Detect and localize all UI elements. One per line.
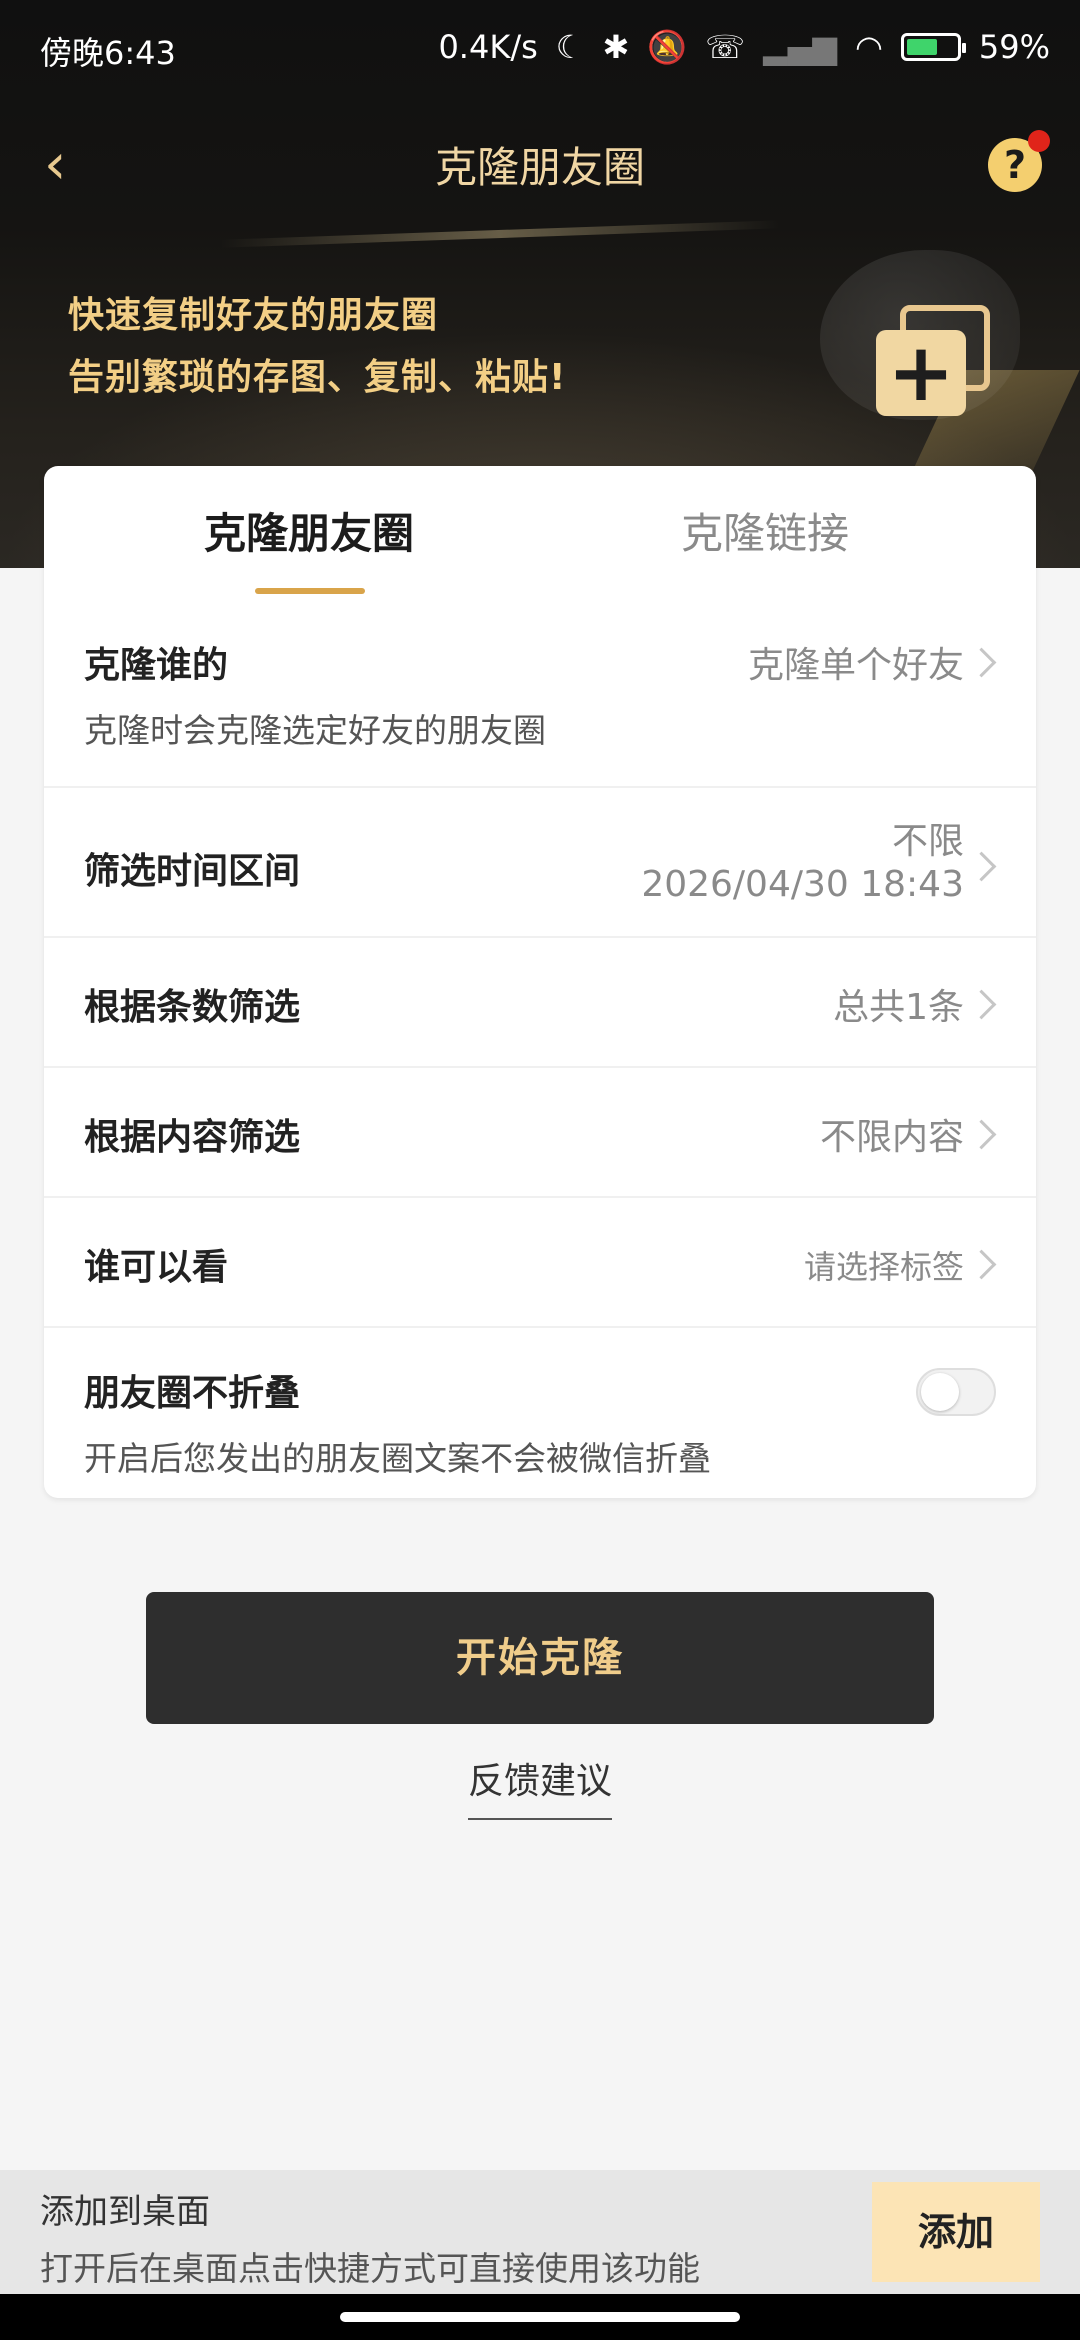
row-label: 朋友圈不折叠 xyxy=(84,1373,301,1414)
row-label: 根据内容筛选 xyxy=(84,1117,301,1158)
row-value: 总共1条 xyxy=(833,987,964,1028)
row-label: 根据条数筛选 xyxy=(84,987,301,1028)
row-label: 筛选时间区间 xyxy=(84,851,301,892)
battery-percent: 59% xyxy=(978,28,1050,66)
row-desc: 克隆时会克隆选定好友的朋友圈 xyxy=(84,711,546,750)
chevron-right-icon xyxy=(966,1119,997,1150)
hero-line-2: 告别繁琐的存图、复制、粘贴! xyxy=(68,357,567,398)
row-content-filter[interactable]: 根据内容筛选 不限内容 xyxy=(44,1066,1036,1196)
signal-icon: ▂▄▆ xyxy=(763,28,837,66)
shortcut-title: 添加到桌面 xyxy=(40,2192,210,2232)
chevron-right-icon xyxy=(966,851,997,882)
chevron-right-icon xyxy=(966,989,997,1020)
chevron-right-icon xyxy=(966,1249,997,1280)
add-to-desktop-bar: 添加到桌面 打开后在桌面点击快捷方式可直接使用该功能 添加 xyxy=(0,2170,1080,2294)
row-no-fold: 朋友圈不折叠 开启后您发出的朋友圈文案不会被微信折叠 xyxy=(44,1326,1036,1498)
hero-slogan: 快速复制好友的朋友圈 告别繁琐的存图、复制、粘贴! xyxy=(68,285,566,409)
clone-illustration: + xyxy=(800,250,1020,430)
row-label: 克隆谁的 xyxy=(84,645,229,686)
add-shortcut-button[interactable]: 添加 xyxy=(872,2182,1040,2282)
no-fold-toggle[interactable] xyxy=(916,1368,996,1416)
chevron-right-icon xyxy=(966,647,997,678)
call-icon: ☏ xyxy=(705,28,746,66)
row-value: 请选择标签 xyxy=(803,1248,964,1286)
settings-card: 克隆朋友圈 克隆链接 克隆谁的 克隆单个好友 克隆时会克隆选定好友的朋友圈 筛选… xyxy=(44,466,1036,1498)
shortcut-desc: 打开后在桌面点击快捷方式可直接使用该功能 xyxy=(40,2249,700,2288)
row-clone-who[interactable]: 克隆谁的 克隆单个好友 克隆时会克隆选定好友的朋友圈 xyxy=(44,596,1036,786)
plus-icon: + xyxy=(876,330,966,416)
row-value: 克隆单个好友 xyxy=(747,645,964,686)
tab-indicator xyxy=(255,588,365,594)
row-count-filter[interactable]: 根据条数筛选 总共1条 xyxy=(44,936,1036,1066)
row-label: 谁可以看 xyxy=(84,1247,229,1288)
home-indicator[interactable] xyxy=(340,2312,740,2322)
network-speed: 0.4K/s xyxy=(438,28,538,66)
row-time-range[interactable]: 筛选时间区间 不限 2026/04/30 18:43 xyxy=(44,786,1036,936)
hero-line-1: 快速复制好友的朋友圈 xyxy=(68,295,439,336)
feedback-link[interactable]: 反馈建议 xyxy=(467,1752,612,1820)
row-visibility[interactable]: 谁可以看 请选择标签 xyxy=(44,1196,1036,1326)
navigation-gesture-area xyxy=(0,2294,1080,2340)
bluetooth-icon: ✱ xyxy=(602,28,630,66)
row-value-line2: 2026/04/30 18:43 xyxy=(641,864,964,905)
mute-bell-icon: 🔕 xyxy=(647,28,688,66)
moon-icon: ☾ xyxy=(555,28,585,66)
toggle-knob xyxy=(921,1373,959,1411)
page-title: 克隆朋友圈 xyxy=(434,143,645,192)
nav-bar: ‹ 克隆朋友圈 ? xyxy=(0,110,1080,220)
tab-clone-link[interactable]: 克隆链接 xyxy=(681,500,849,561)
row-value-line1: 不限 xyxy=(891,821,964,862)
start-clone-button[interactable]: 开始克隆 xyxy=(146,1592,934,1724)
feedback-area: 反馈建议 xyxy=(0,1752,1080,1820)
status-time: 傍晚6:43 xyxy=(40,34,176,72)
tab-bar: 克隆朋友圈 克隆链接 xyxy=(44,466,1036,596)
wifi-icon: ◠ xyxy=(854,28,883,66)
status-bar: 傍晚6:43 0.4K/s ☾ ✱ 🔕 ☏ ▂▄▆ ◠ 59% xyxy=(0,0,1080,100)
battery-icon xyxy=(900,33,966,61)
row-desc: 开启后您发出的朋友圈文案不会被微信折叠 xyxy=(84,1439,711,1478)
tab-clone-moments[interactable]: 克隆朋友圈 xyxy=(204,500,414,561)
notification-dot xyxy=(1028,130,1050,152)
row-value: 不限内容 xyxy=(819,1117,964,1158)
